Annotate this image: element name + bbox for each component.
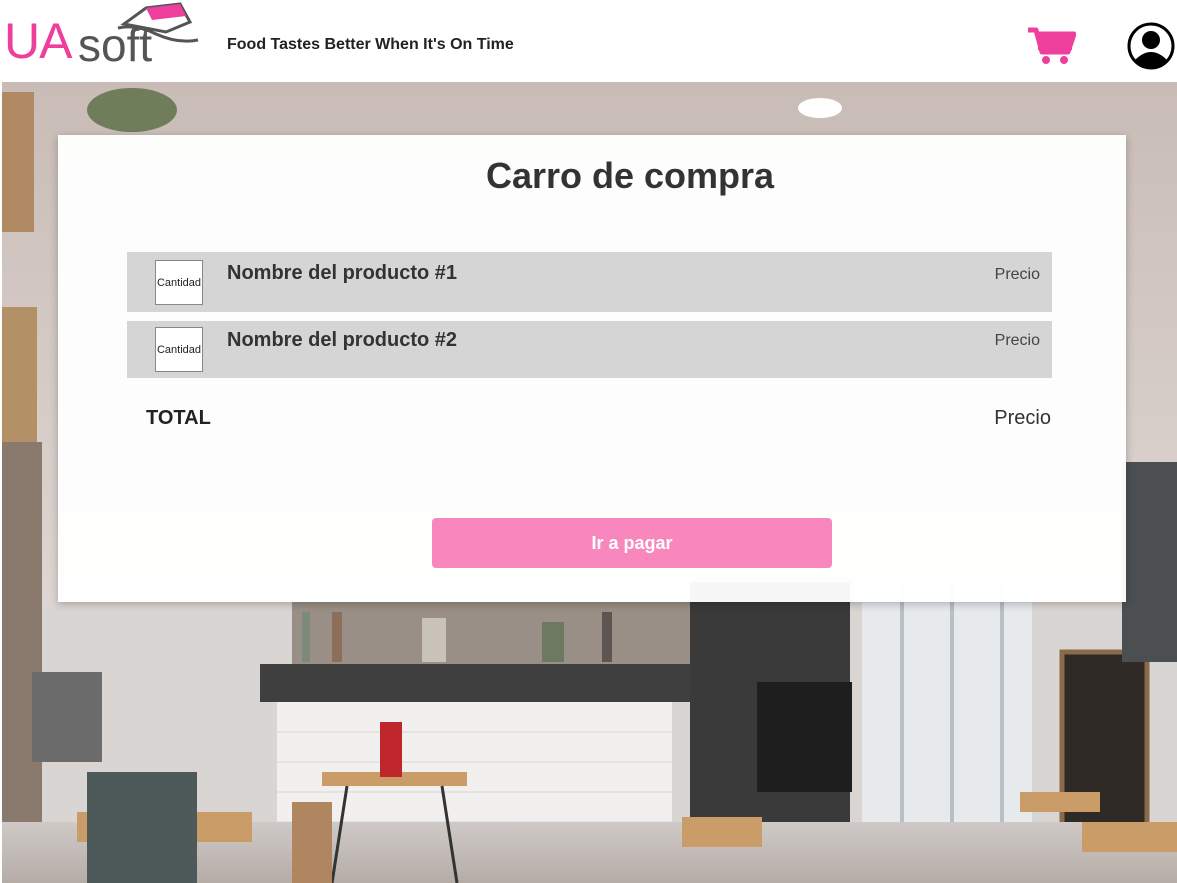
logo-primary: UA <box>4 13 72 69</box>
logo[interactable]: UA soft <box>4 2 200 68</box>
page-title: Carro de compra <box>485 155 775 196</box>
header: UA soft Food Tastes Better When It's On … <box>0 0 1177 82</box>
cart-item: Cantidad Nombre del producto #2 Precio <box>127 321 1052 378</box>
product-price: Precio <box>994 332 1040 349</box>
product-price: Precio <box>994 266 1040 283</box>
total-label: TOTAL <box>146 407 211 429</box>
shopping-cart-icon[interactable] <box>1026 26 1077 66</box>
product-name: Nombre del producto #2 <box>227 329 458 351</box>
total-value: Precio <box>994 407 1051 429</box>
checkout-button[interactable]: Ir a pagar <box>432 518 832 568</box>
user-account-icon[interactable] <box>1126 22 1176 70</box>
quantity-field[interactable]: Cantidad <box>155 260 203 305</box>
cart-item: Cantidad Nombre del producto #1 Precio <box>127 252 1052 312</box>
shopping-cart-panel: Carro de compra Cantidad Nombre del prod… <box>58 135 1126 602</box>
product-name: Nombre del producto #1 <box>227 262 458 284</box>
quantity-field[interactable]: Cantidad <box>155 327 203 372</box>
hat-icon <box>117 2 199 43</box>
tagline: Food Tastes Better When It's On Time <box>227 36 514 53</box>
